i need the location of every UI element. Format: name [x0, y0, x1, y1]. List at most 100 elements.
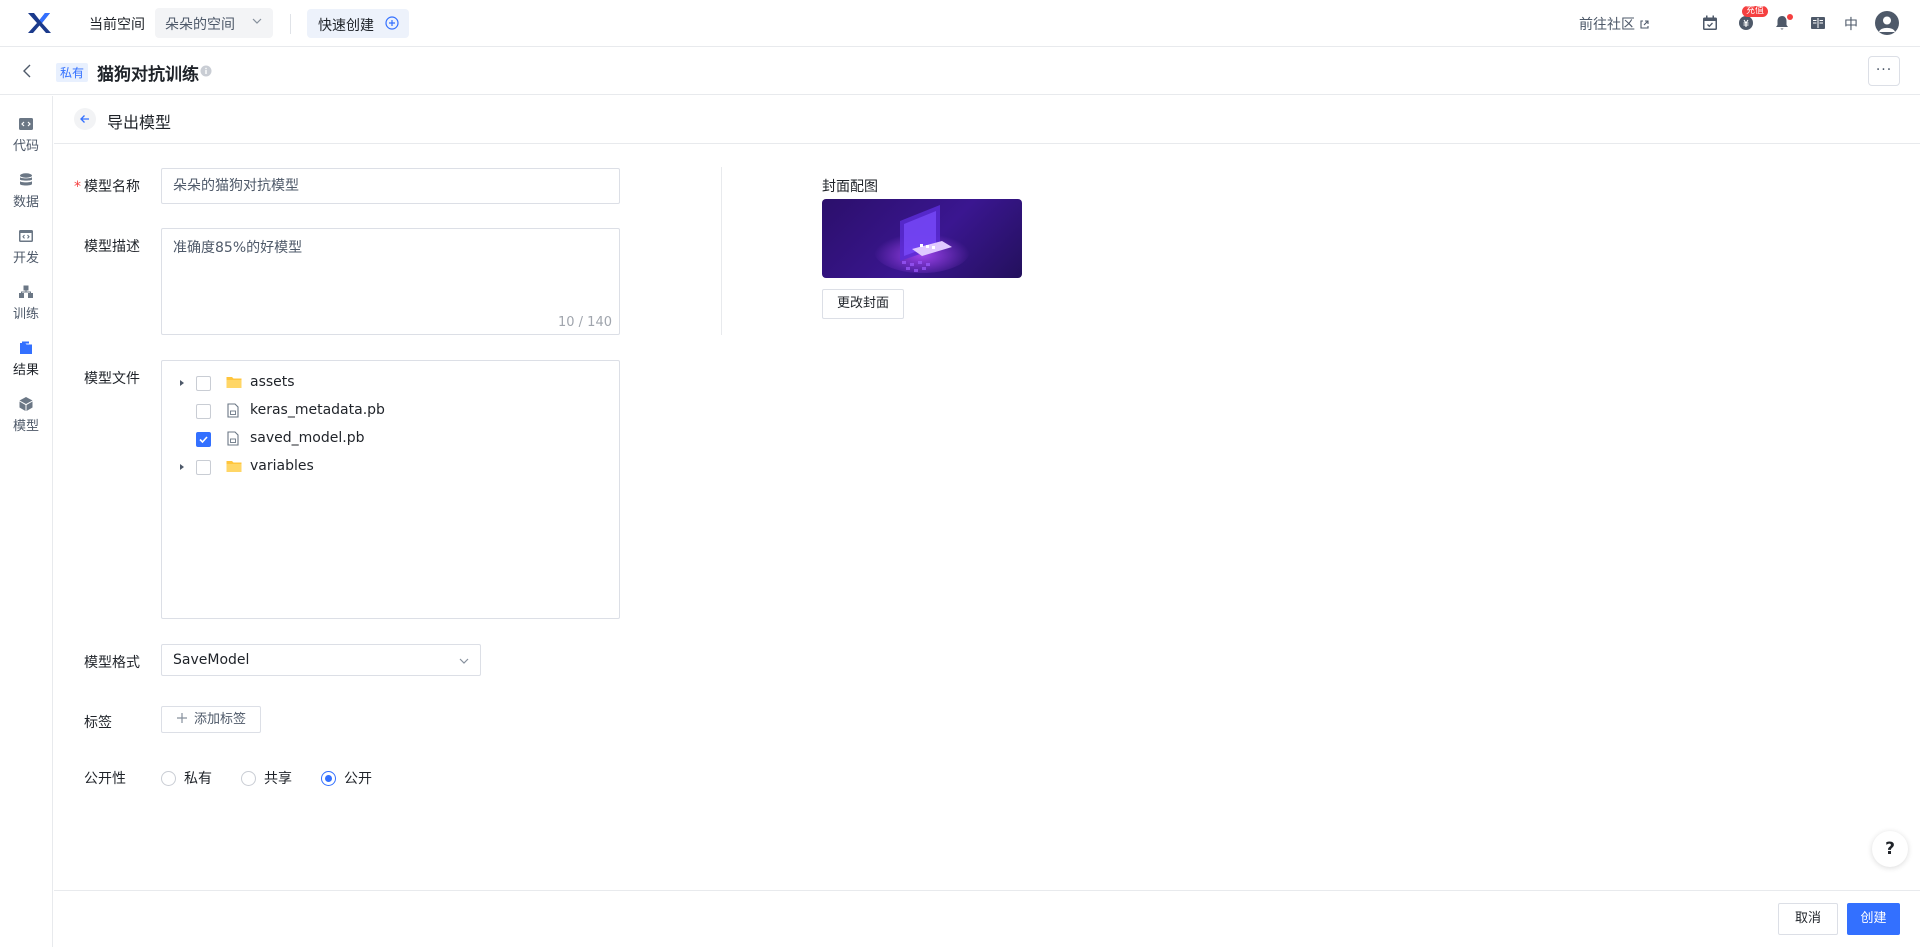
model-desc-textarea[interactable]: 准确度85%的好模型 10 / 140: [161, 228, 620, 335]
folder-icon: [226, 377, 242, 388]
sidebar-item-label: 结果: [12, 363, 39, 378]
radio-shared[interactable]: 共享: [241, 768, 292, 788]
radio-circle: [161, 771, 176, 786]
sidebar-item-label: 训练: [12, 307, 39, 322]
divider: [290, 14, 291, 34]
checkbox[interactable]: [196, 376, 211, 391]
chevron-down-icon: [252, 18, 262, 24]
radio-public[interactable]: 公开: [321, 768, 372, 788]
tree-node-label: assets: [250, 374, 295, 390]
model-format-label: 模型格式: [84, 655, 140, 671]
sidebar-item-result[interactable]: 结果: [0, 340, 52, 378]
tree-node-label: saved_model.pb: [250, 430, 365, 446]
page-subheader: 导出模型: [54, 96, 1920, 144]
file-icon: [227, 403, 239, 418]
private-tag: 私有: [56, 63, 89, 82]
left-sidebar: 代码 数据 开发 训练 结果 模型: [0, 96, 53, 947]
radio-label: 私有: [184, 771, 212, 787]
caret-right-icon[interactable]: [178, 463, 186, 471]
change-cover-button[interactable]: 更改封面: [822, 289, 904, 319]
page-title: 导出模型: [107, 113, 172, 132]
model-files-tree: [161, 360, 620, 619]
external-link-icon: [1640, 20, 1649, 29]
docs-book-icon[interactable]: [1809, 14, 1827, 32]
project-title: 猫狗对抗训练: [97, 65, 199, 85]
project-header: 私有 猫狗对抗训练 ···: [0, 48, 1920, 95]
cancel-button[interactable]: 取消: [1778, 903, 1838, 935]
sidebar-item-code[interactable]: 代码: [0, 116, 52, 154]
tree-node-label: keras_metadata.pb: [250, 402, 385, 418]
cover-illustration: [874, 205, 970, 273]
ellipsis-icon: ···: [1875, 62, 1893, 78]
model-desc-label: 模型描述: [84, 239, 140, 255]
calendar-check-icon[interactable]: [1701, 14, 1719, 32]
sidebar-item-label: 数据: [12, 195, 39, 210]
model-icon: [19, 397, 33, 411]
more-button[interactable]: ···: [1868, 56, 1900, 86]
sidebar-item-model[interactable]: 模型: [0, 396, 52, 434]
folder-icon: [226, 461, 242, 472]
model-format-select[interactable]: SaveModel: [161, 644, 481, 676]
sidebar-item-train[interactable]: 训练: [0, 284, 52, 322]
caret-right-icon[interactable]: [178, 379, 186, 387]
checkbox[interactable]: [196, 460, 211, 475]
space-select[interactable]: 朵朵的空间: [155, 8, 273, 38]
checkbox-checked[interactable]: [196, 432, 211, 447]
database-icon: [20, 173, 32, 186]
info-icon[interactable]: [200, 65, 212, 77]
radio-private[interactable]: 私有: [161, 768, 212, 788]
app-logo[interactable]: [26, 11, 52, 35]
radio-circle: [241, 771, 256, 786]
train-icon: [19, 285, 33, 298]
checkbox[interactable]: [196, 404, 211, 419]
notification-dot: [1787, 14, 1793, 20]
char-counter: 10 / 140: [558, 315, 612, 330]
cover-image: [822, 199, 1022, 278]
back-button[interactable]: [74, 108, 96, 130]
model-format-value: SaveModel: [173, 652, 250, 668]
file-icon: [227, 431, 239, 446]
required-mark: *: [74, 179, 81, 195]
check-icon: [199, 436, 208, 444]
footer-bar: [54, 890, 1920, 947]
cover-label: 封面配图: [822, 179, 878, 195]
tags-label: 标签: [84, 715, 112, 731]
radio-label: 公开: [344, 771, 372, 787]
radio-label: 共享: [264, 771, 292, 787]
community-link[interactable]: 前往社区: [1579, 14, 1650, 34]
model-name-label: * 模型名称: [74, 176, 140, 196]
top-navbar: 当前空间 朵朵的空间 快速创建 前往社区 充值 中: [0, 0, 1920, 47]
chevron-down-icon: [459, 658, 469, 664]
current-space-label: 当前空间: [89, 17, 145, 33]
space-select-value: 朵朵的空间: [165, 17, 235, 33]
model-name-value: 朵朵的猫狗对抗模型: [173, 178, 299, 194]
sidebar-item-label: 模型: [12, 419, 39, 434]
back-chevron-icon[interactable]: [20, 63, 34, 79]
model-files-label: 模型文件: [84, 371, 140, 387]
visibility-label: 公开性: [84, 771, 126, 787]
plus-icon: [176, 713, 187, 723]
language-switch[interactable]: 中: [1844, 14, 1858, 34]
plus-circle-icon: [385, 16, 399, 30]
help-button[interactable]: ?: [1872, 831, 1908, 867]
user-icon: [1879, 16, 1895, 32]
sidebar-item-label: 开发: [12, 251, 39, 266]
community-link-label: 前往社区: [1579, 17, 1635, 33]
sidebar-item-data[interactable]: 数据: [0, 172, 52, 210]
arrow-left-icon: [80, 115, 89, 123]
recharge-badge: 充值: [1742, 6, 1769, 17]
add-tag-button[interactable]: 添加标签: [161, 706, 261, 733]
model-name-input[interactable]: 朵朵的猫狗对抗模型: [161, 168, 620, 204]
model-name-label-text: 模型名称: [84, 179, 140, 195]
quick-create-label: 快速创建: [318, 18, 374, 34]
code-icon: [19, 118, 33, 130]
quick-create-button[interactable]: 快速创建: [307, 9, 409, 38]
result-icon: [20, 341, 32, 354]
sidebar-item-dev[interactable]: 开发: [0, 228, 52, 266]
create-button[interactable]: 创建: [1847, 903, 1900, 935]
add-tag-label: 添加标签: [193, 712, 246, 727]
radio-circle-selected: [321, 771, 336, 786]
user-avatar[interactable]: [1875, 11, 1899, 35]
column-divider: [721, 167, 722, 335]
tree-node-label: variables: [250, 458, 314, 474]
